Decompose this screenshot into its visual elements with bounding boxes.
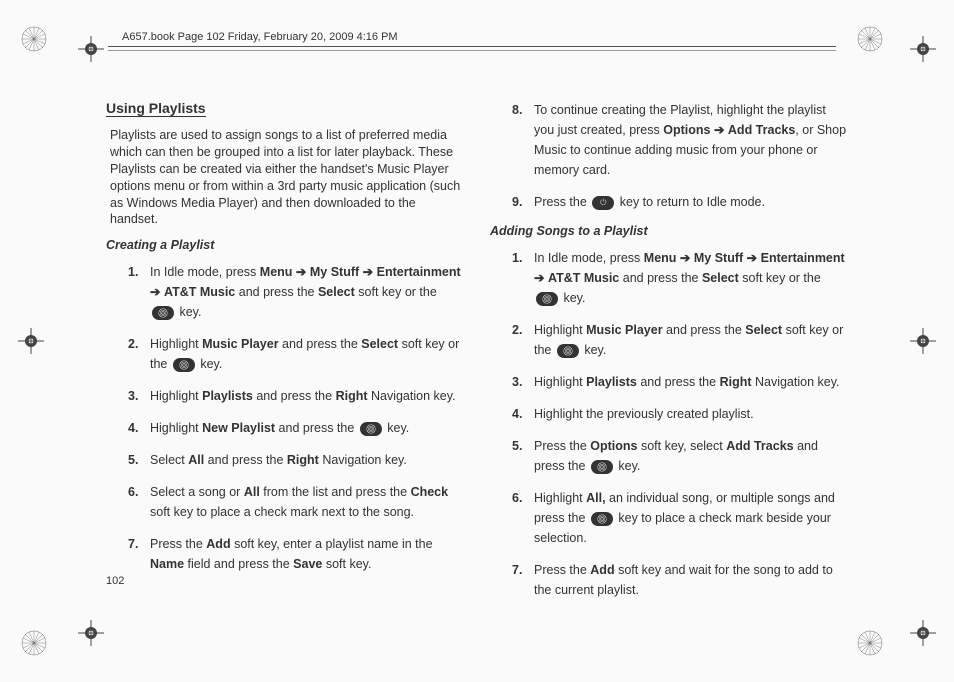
- step-text: Press the Options soft key, select Add T…: [534, 436, 848, 476]
- step-item: 3.Highlight Playlists and press the Righ…: [128, 386, 464, 406]
- arrow-icon: ➔: [363, 265, 373, 279]
- arrow-icon: ➔: [714, 123, 724, 137]
- ornament-icon: [856, 629, 884, 657]
- step-item: 1.In Idle mode, press Menu ➔ My Stuff ➔ …: [512, 248, 848, 308]
- step-text: Highlight All, an individual song, or mu…: [534, 488, 848, 548]
- step-number: 6.: [128, 482, 150, 522]
- header-rule: [108, 46, 836, 47]
- step-number: 1.: [128, 262, 150, 322]
- header-rule: [108, 50, 836, 51]
- step-item: 5.Select All and press the Right Navigat…: [128, 450, 464, 470]
- step-item: 5.Press the Options soft key, select Add…: [512, 436, 848, 476]
- step-number: 4.: [128, 418, 150, 438]
- ornament-icon: [20, 25, 48, 53]
- ok-key-icon: [360, 422, 382, 436]
- step-number: 7.: [512, 560, 534, 600]
- step-text: Highlight Music Player and press the Sel…: [150, 334, 464, 374]
- step-item: 6.Highlight All, an individual song, or …: [512, 488, 848, 548]
- document-header-info: A657.book Page 102 Friday, February 20, …: [118, 31, 402, 43]
- step-text: In Idle mode, press Menu ➔ My Stuff ➔ En…: [150, 262, 464, 322]
- crop-mark-icon: [910, 328, 936, 354]
- ok-key-icon: [591, 512, 613, 526]
- subheading-creating: Creating a Playlist: [106, 238, 464, 252]
- step-number: 4.: [512, 404, 534, 424]
- arrow-icon: ➔: [680, 251, 690, 265]
- arrow-icon: ➔: [747, 251, 757, 265]
- step-number: 2.: [128, 334, 150, 374]
- step-text: Highlight the previously created playlis…: [534, 404, 848, 424]
- step-number: 3.: [128, 386, 150, 406]
- step-text: To continue creating the Playlist, highl…: [534, 100, 848, 180]
- step-number: 3.: [512, 372, 534, 392]
- crop-mark-icon: [910, 620, 936, 646]
- step-text: Press the Add soft key and wait for the …: [534, 560, 848, 600]
- step-number: 9.: [512, 192, 534, 212]
- step-text: In Idle mode, press Menu ➔ My Stuff ➔ En…: [534, 248, 848, 308]
- arrow-icon: ➔: [150, 285, 160, 299]
- crop-mark-icon: [78, 36, 104, 62]
- step-text: Press the key to return to Idle mode.: [534, 192, 848, 212]
- arrow-icon: ➔: [534, 271, 544, 285]
- column-left: Using Playlists Playlists are used to as…: [106, 100, 464, 612]
- crop-mark-icon: [910, 36, 936, 62]
- step-item: 7.Press the Add soft key and wait for th…: [512, 560, 848, 600]
- page-number: 102: [106, 575, 124, 587]
- crop-mark-icon: [18, 328, 44, 354]
- step-item: 7.Press the Add soft key, enter a playli…: [128, 534, 464, 574]
- arrow-icon: ➔: [296, 265, 306, 279]
- step-text: Highlight Music Player and press the Sel…: [534, 320, 848, 360]
- section-title: Using Playlists: [106, 100, 206, 117]
- step-list: 1.In Idle mode, press Menu ➔ My Stuff ➔ …: [490, 248, 848, 600]
- step-item: 4.Highlight New Playlist and press the k…: [128, 418, 464, 438]
- ok-key-icon: [173, 358, 195, 372]
- step-list: 1.In Idle mode, press Menu ➔ My Stuff ➔ …: [106, 262, 464, 574]
- subheading-adding: Adding Songs to a Playlist: [490, 224, 848, 238]
- column-right: 8.To continue creating the Playlist, hig…: [490, 100, 848, 612]
- step-text: Highlight New Playlist and press the key…: [150, 418, 464, 438]
- step-number: 5.: [512, 436, 534, 476]
- step-number: 8.: [512, 100, 534, 180]
- step-text: Highlight Playlists and press the Right …: [534, 372, 848, 392]
- ok-key-icon: [152, 306, 174, 320]
- ornament-icon: [856, 25, 884, 53]
- step-text: Select All and press the Right Navigatio…: [150, 450, 464, 470]
- end-key-icon: [592, 196, 614, 210]
- step-item: 9.Press the key to return to Idle mode.: [512, 192, 848, 212]
- step-number: 5.: [128, 450, 150, 470]
- step-item: 6.Select a song or All from the list and…: [128, 482, 464, 522]
- step-item: 1.In Idle mode, press Menu ➔ My Stuff ➔ …: [128, 262, 464, 322]
- step-number: 7.: [128, 534, 150, 574]
- step-number: 6.: [512, 488, 534, 548]
- step-item: 8.To continue creating the Playlist, hig…: [512, 100, 848, 180]
- step-text: Highlight Playlists and press the Right …: [150, 386, 464, 406]
- step-text: Press the Add soft key, enter a playlist…: [150, 534, 464, 574]
- step-list-continued: 8.To continue creating the Playlist, hig…: [490, 100, 848, 212]
- ok-key-icon: [536, 292, 558, 306]
- step-item: 2.Highlight Music Player and press the S…: [512, 320, 848, 360]
- ornament-icon: [20, 629, 48, 657]
- step-item: 2.Highlight Music Player and press the S…: [128, 334, 464, 374]
- step-item: 3.Highlight Playlists and press the Righ…: [512, 372, 848, 392]
- step-text: Select a song or All from the list and p…: [150, 482, 464, 522]
- step-number: 2.: [512, 320, 534, 360]
- intro-paragraph: Playlists are used to assign songs to a …: [106, 127, 464, 228]
- crop-mark-icon: [78, 620, 104, 646]
- step-item: 4.Highlight the previously created playl…: [512, 404, 848, 424]
- ok-key-icon: [557, 344, 579, 358]
- step-number: 1.: [512, 248, 534, 308]
- page-content: Using Playlists Playlists are used to as…: [106, 100, 848, 612]
- ok-key-icon: [591, 460, 613, 474]
